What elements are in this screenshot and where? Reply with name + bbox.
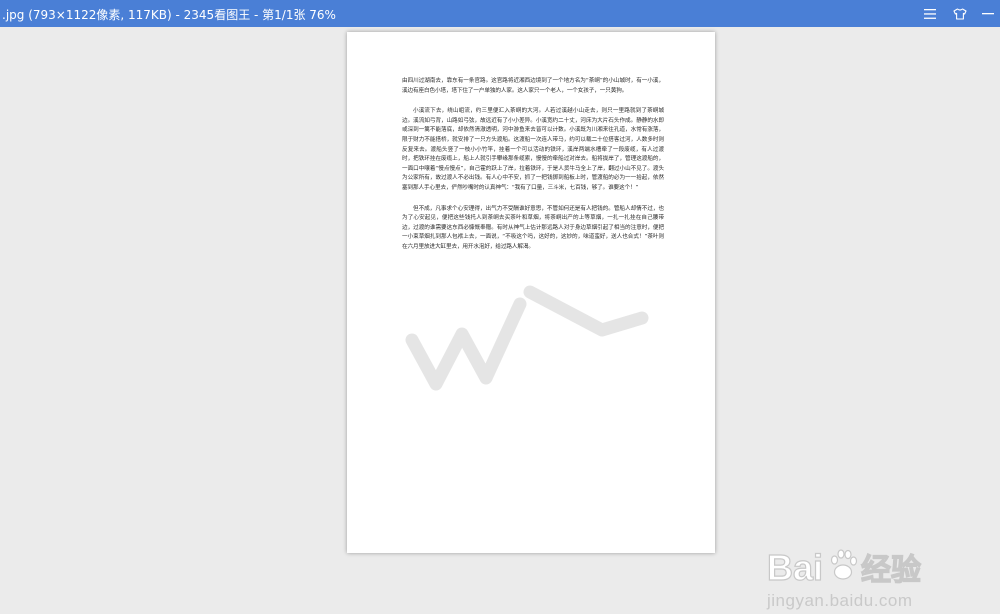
- title-bar: .jpg (793×1122像素, 117KB) - 2345看图王 - 第1/…: [0, 0, 1000, 27]
- image-viewport[interactable]: 由四川过湖南去，靠东有一条官路。这官路将近湘西边境到了一个地方名为“茶峒”的小山…: [0, 27, 1000, 610]
- paw-icon: [830, 549, 858, 580]
- page-watermark-logo: [405, 285, 649, 391]
- minimize-button[interactable]: [978, 4, 998, 24]
- skin-button[interactable]: [950, 4, 970, 24]
- paragraph: 小溪流下去，绕山岨流，约三里便汇入茶峒的大河。人若过溪越小山走去，则只一里路就到…: [402, 108, 664, 191]
- paragraph: 由四川过湖南去，靠东有一条官路。这官路将近湘西边境到了一个地方名为“茶峒”的小山…: [402, 78, 664, 94]
- document-page: 由四川过湖南去，靠东有一条官路。这官路将近湘西边境到了一个地方名为“茶峒”的小山…: [347, 32, 715, 553]
- watermark-brand: Bai: [767, 547, 823, 588]
- skin-icon: [953, 8, 967, 20]
- watermark-url: jingyan.baidu.com: [766, 591, 913, 610]
- watermark-brand-suffix: 经验: [861, 553, 921, 587]
- window-title: .jpg (793×1122像素, 117KB) - 2345看图王 - 第1/…: [2, 8, 336, 22]
- document-text: 由四川过湖南去，靠东有一条官路。这官路将近湘西边境到了一个地方名为“茶峒”的小山…: [402, 77, 664, 264]
- menu-icon: [924, 9, 936, 19]
- menu-button[interactable]: [920, 4, 940, 24]
- baidu-jingyan-watermark: Bai 经验 jingyan.baidu.com: [766, 546, 922, 610]
- minimize-icon: [982, 13, 994, 15]
- paragraph: 但不成，凡事求个心安理得，出气力不受酬谁好意思，不管如何还是有人把钱的。管船人却…: [402, 205, 664, 250]
